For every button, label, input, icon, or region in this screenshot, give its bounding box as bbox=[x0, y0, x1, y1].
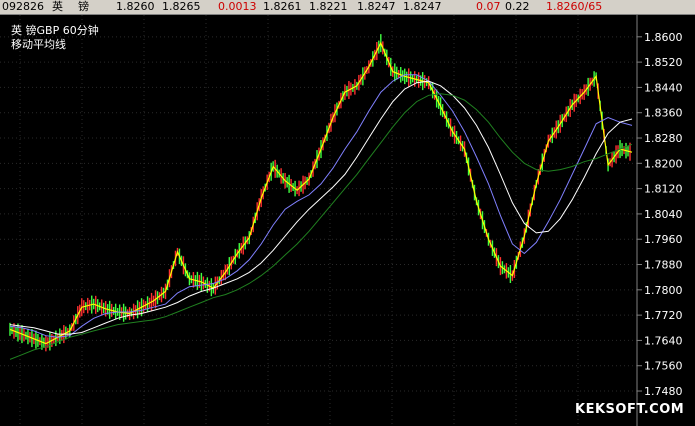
y-tick-label: 1.7960 bbox=[644, 233, 683, 246]
y-tick-label: 1.7800 bbox=[644, 284, 683, 297]
ma-slow-line bbox=[9, 80, 633, 335]
quote-v3: 1.8247 bbox=[357, 0, 396, 13]
y-tick-label: 1.8200 bbox=[644, 157, 683, 170]
quote-v2: 1.8221 bbox=[309, 0, 348, 13]
y-tick-label: 1.8600 bbox=[644, 31, 683, 44]
quote-change: 0.0013 bbox=[218, 0, 257, 13]
quote-name-2: 镑 bbox=[78, 0, 89, 13]
quote-pct: 0.07 bbox=[476, 0, 501, 13]
quote-high: 1.8265 bbox=[162, 0, 201, 13]
ma-mid-line bbox=[9, 74, 633, 338]
y-tick-label: 1.8440 bbox=[644, 81, 683, 94]
y-tick-label: 1.7720 bbox=[644, 309, 683, 322]
ma-fast-line bbox=[9, 41, 633, 345]
price-axis: 1.8600 1.8520 1.8440 1.8360 1.8280 1.8200 1.81… bbox=[637, 31, 683, 398]
quote-v4: 1.8247 bbox=[403, 0, 442, 13]
quote-bidask: 1.8260/65 bbox=[546, 0, 603, 13]
quote-name-1: 英 bbox=[52, 0, 63, 13]
chart-window: 092826 英 镑 1.8260 1.8265 0.0013 1.8261 1… bbox=[0, 0, 695, 426]
chart-title: 英 镑GBP 60分钟 bbox=[11, 23, 99, 37]
y-tick-label: 1.8280 bbox=[644, 132, 683, 145]
y-tick-label: 1.7480 bbox=[644, 385, 683, 398]
quote-amp: 0.22 bbox=[505, 0, 530, 13]
chart-subtitle: 移动平均线 bbox=[11, 37, 66, 51]
quote-v1: 1.8261 bbox=[263, 0, 302, 13]
y-tick-label: 1.8360 bbox=[644, 107, 683, 120]
y-tick-label: 1.7880 bbox=[644, 259, 683, 272]
quote-open: 1.8260 bbox=[116, 0, 155, 13]
y-tick-label: 1.7640 bbox=[644, 334, 683, 347]
watermark: KEKSOFT.COM bbox=[575, 402, 685, 417]
y-tick-label: 1.8040 bbox=[644, 208, 683, 221]
y-tick-label: 1.8520 bbox=[644, 56, 683, 69]
quote-bar: 092826 英 镑 1.8260 1.8265 0.0013 1.8261 1… bbox=[0, 0, 695, 15]
candles bbox=[9, 34, 631, 352]
y-tick-label: 1.7560 bbox=[644, 360, 683, 373]
price-chart: 1.8600 1.8520 1.8440 1.8360 1.8280 1.8200 1.81… bbox=[0, 15, 683, 426]
quote-code: 092826 bbox=[2, 0, 44, 13]
ma-long-line bbox=[9, 93, 633, 360]
y-tick-label: 1.8120 bbox=[644, 183, 683, 196]
